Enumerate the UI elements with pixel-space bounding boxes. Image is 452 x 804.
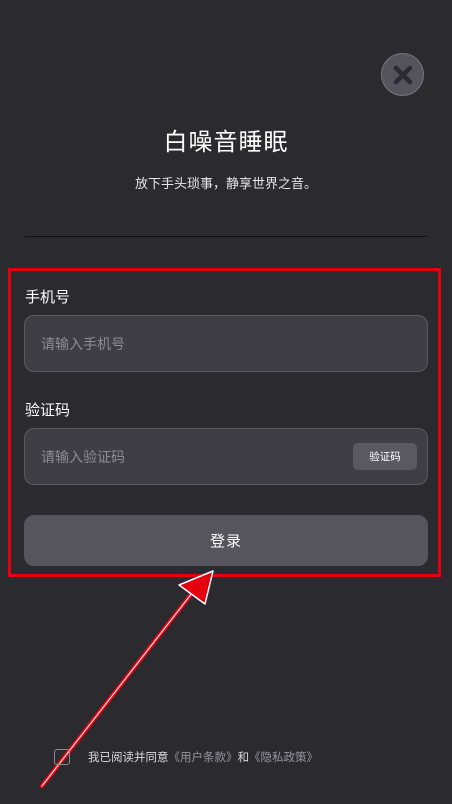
agreement-prefix: 我已阅读并同意 <box>88 750 169 764</box>
agreement-row: 我已阅读并同意 《用户条款》 和 《隐私政策》 <box>54 746 318 768</box>
agreement-and: 和 <box>237 750 250 764</box>
terms-link[interactable]: 《用户条款》 <box>169 749 238 765</box>
agree-checkbox[interactable] <box>54 749 70 765</box>
privacy-link[interactable]: 《隐私政策》 <box>249 749 318 765</box>
annotation-arrow <box>39 570 214 789</box>
